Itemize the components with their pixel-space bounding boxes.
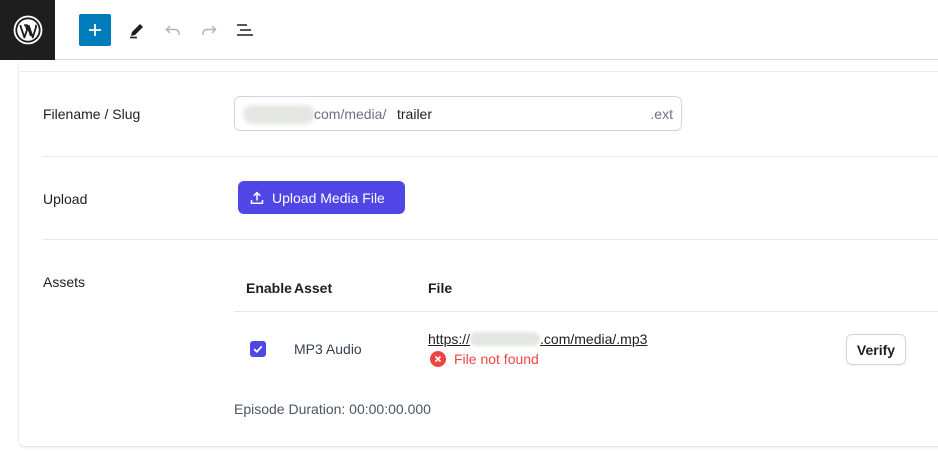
error-circle-icon [430,351,446,367]
redacted-domain [470,332,541,346]
tools-button[interactable] [121,14,153,46]
redo-button[interactable] [193,14,225,46]
row-divider [43,239,938,240]
assets-table: Enable Asset File MP3 Audio https:// .com… [234,268,938,380]
slug-input[interactable]: com/media/ trailer .ext [234,96,682,131]
undo-icon [165,25,180,35]
undo-button[interactable] [157,14,189,46]
file-status-error: File not found [430,351,539,367]
wordpress-logo-icon[interactable] [0,0,55,60]
column-header-enable: Enable [246,280,292,296]
upload-media-button[interactable]: Upload Media File [238,181,405,214]
pencil-icon [130,24,143,39]
asset-name: MP3 Audio [294,341,362,357]
table-header-divider [234,311,938,312]
plus-icon [89,24,101,36]
upload-label: Upload [43,191,88,207]
redacted-domain [243,105,315,124]
slug-value[interactable]: trailer [397,106,432,122]
editor-toolbar [0,0,938,60]
add-block-button[interactable] [79,14,111,46]
list-view-button[interactable] [229,14,261,46]
episode-duration: Episode Duration: 00:00:00.000 [234,401,431,417]
checkmark-icon [253,345,263,353]
file-status-text: File not found [454,351,539,367]
slug-extension: .ext [650,106,673,122]
upload-icon [250,191,264,204]
verify-button[interactable]: Verify [846,334,906,365]
file-url-link[interactable]: https:// .com/media/.mp3 [428,331,647,347]
column-header-asset: Asset [294,280,333,296]
row-divider [43,156,938,157]
slug-prefix: com/media/ [314,106,387,122]
panel-top-divider [19,71,938,72]
redo-icon [202,25,217,35]
upload-button-label: Upload Media File [272,189,385,206]
slug-label: Filename / Slug [43,106,141,122]
column-header-file: File [428,280,453,296]
file-url-suffix: .com/media/.mp3 [540,331,648,347]
file-url-prefix: https:// [428,331,471,347]
enable-checkbox[interactable] [250,341,266,357]
list-view-icon [237,24,253,36]
assets-label: Assets [43,274,86,290]
